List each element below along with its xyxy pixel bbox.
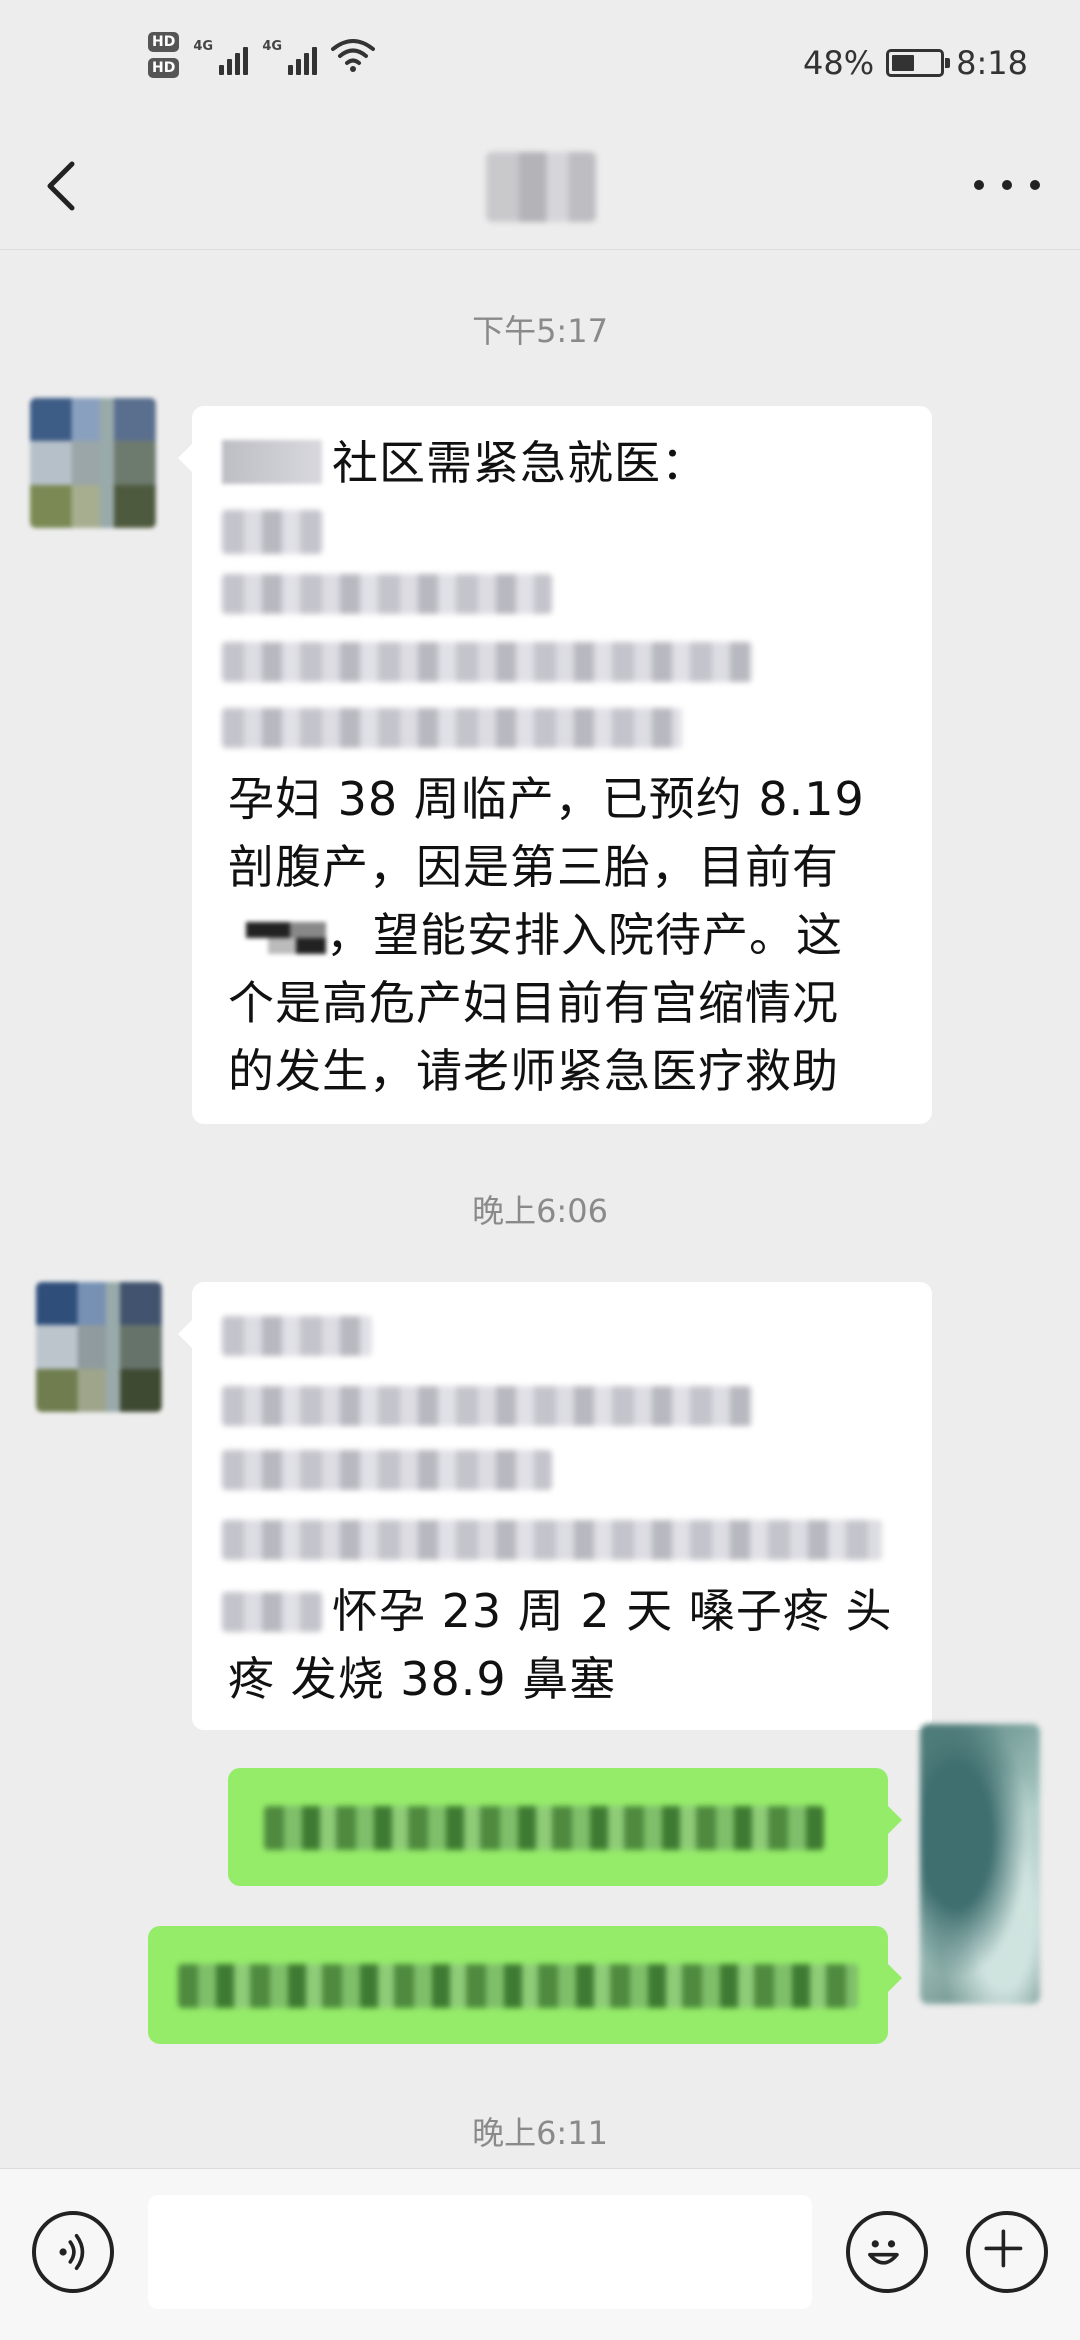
chat-title-redacted <box>486 152 596 222</box>
battery-icon <box>886 49 951 77</box>
redacted-line <box>222 1386 752 1426</box>
signal-1-icon: 4G <box>193 35 249 75</box>
message-line: 的发生，请老师紧急医疗救助 <box>228 1044 839 1098</box>
signal-2-icon: 4G <box>262 35 318 75</box>
redacted-line <box>222 642 752 682</box>
redacted-name <box>222 1592 322 1632</box>
message-bubble-outgoing[interactable] <box>148 1926 902 2044</box>
redacted-line <box>222 708 682 748</box>
clock: 8:18 <box>956 44 1028 82</box>
self-avatar[interactable] <box>920 1724 1040 2004</box>
hd-badge-2: HD <box>148 58 180 78</box>
redacted-line <box>222 1450 552 1490</box>
redacted-word <box>246 922 326 954</box>
message-header: 社区需紧急就医： <box>332 436 708 490</box>
redacted-message <box>178 1964 858 2008</box>
timestamp: 晚上6:06 <box>472 1192 608 1230</box>
message-line: 个是高危产妇目前有宫缩情况 <box>228 976 839 1030</box>
more-dots-icon[interactable] <box>974 170 1040 200</box>
status-bar: HD HD 4G 4G 48% 8:18 <box>0 0 1080 120</box>
message-line: 剖腹产，因是第三胎，目前有 <box>228 840 839 894</box>
chat-header <box>0 120 1080 250</box>
timestamp: 晚上6:11 <box>472 2114 608 2152</box>
plus-icon[interactable] <box>966 2211 1048 2293</box>
timestamp: 下午5:17 <box>472 312 608 350</box>
hd-badge-1: HD <box>148 32 180 52</box>
message-line: 疼 发烧 38.9 鼻塞 <box>228 1652 617 1706</box>
wifi-icon <box>331 37 376 73</box>
redacted-line <box>222 574 552 614</box>
status-indicators: HD HD 4G 4G <box>148 32 376 78</box>
voice-icon[interactable] <box>32 2211 114 2293</box>
message-line: 孕妇 38 周临产，已预约 8.19 <box>228 772 865 826</box>
message-bubble-incoming[interactable]: 怀孕 23 周 2 天 嗓子疼 头 疼 发烧 38.9 鼻塞 <box>178 1282 932 1730</box>
redacted-name <box>222 440 322 484</box>
contact-avatar[interactable] <box>36 1282 162 1412</box>
message-line: ，望能安排入院待产。这 <box>326 908 843 962</box>
redacted-line <box>222 1316 372 1356</box>
message-input[interactable] <box>148 2195 812 2309</box>
message-bubble-outgoing[interactable] <box>228 1768 902 1886</box>
redacted-line <box>222 510 322 554</box>
redacted-message <box>264 1806 824 1850</box>
battery-percent: 48% <box>803 44 875 82</box>
emoji-icon[interactable] <box>846 2211 928 2293</box>
message-line: 怀孕 23 周 2 天 嗓子疼 头 <box>332 1584 893 1638</box>
contact-avatar[interactable] <box>30 398 156 528</box>
input-bar <box>0 2168 1080 2340</box>
chevron-left-icon[interactable] <box>38 156 88 216</box>
message-bubble-incoming[interactable]: 社区需紧急就医： 孕妇 38 周临产，已预约 8.19 剖腹产，因是第三胎，目前… <box>178 406 932 1124</box>
status-right: 48% 8:18 <box>803 44 1028 82</box>
redacted-line <box>222 1520 882 1560</box>
